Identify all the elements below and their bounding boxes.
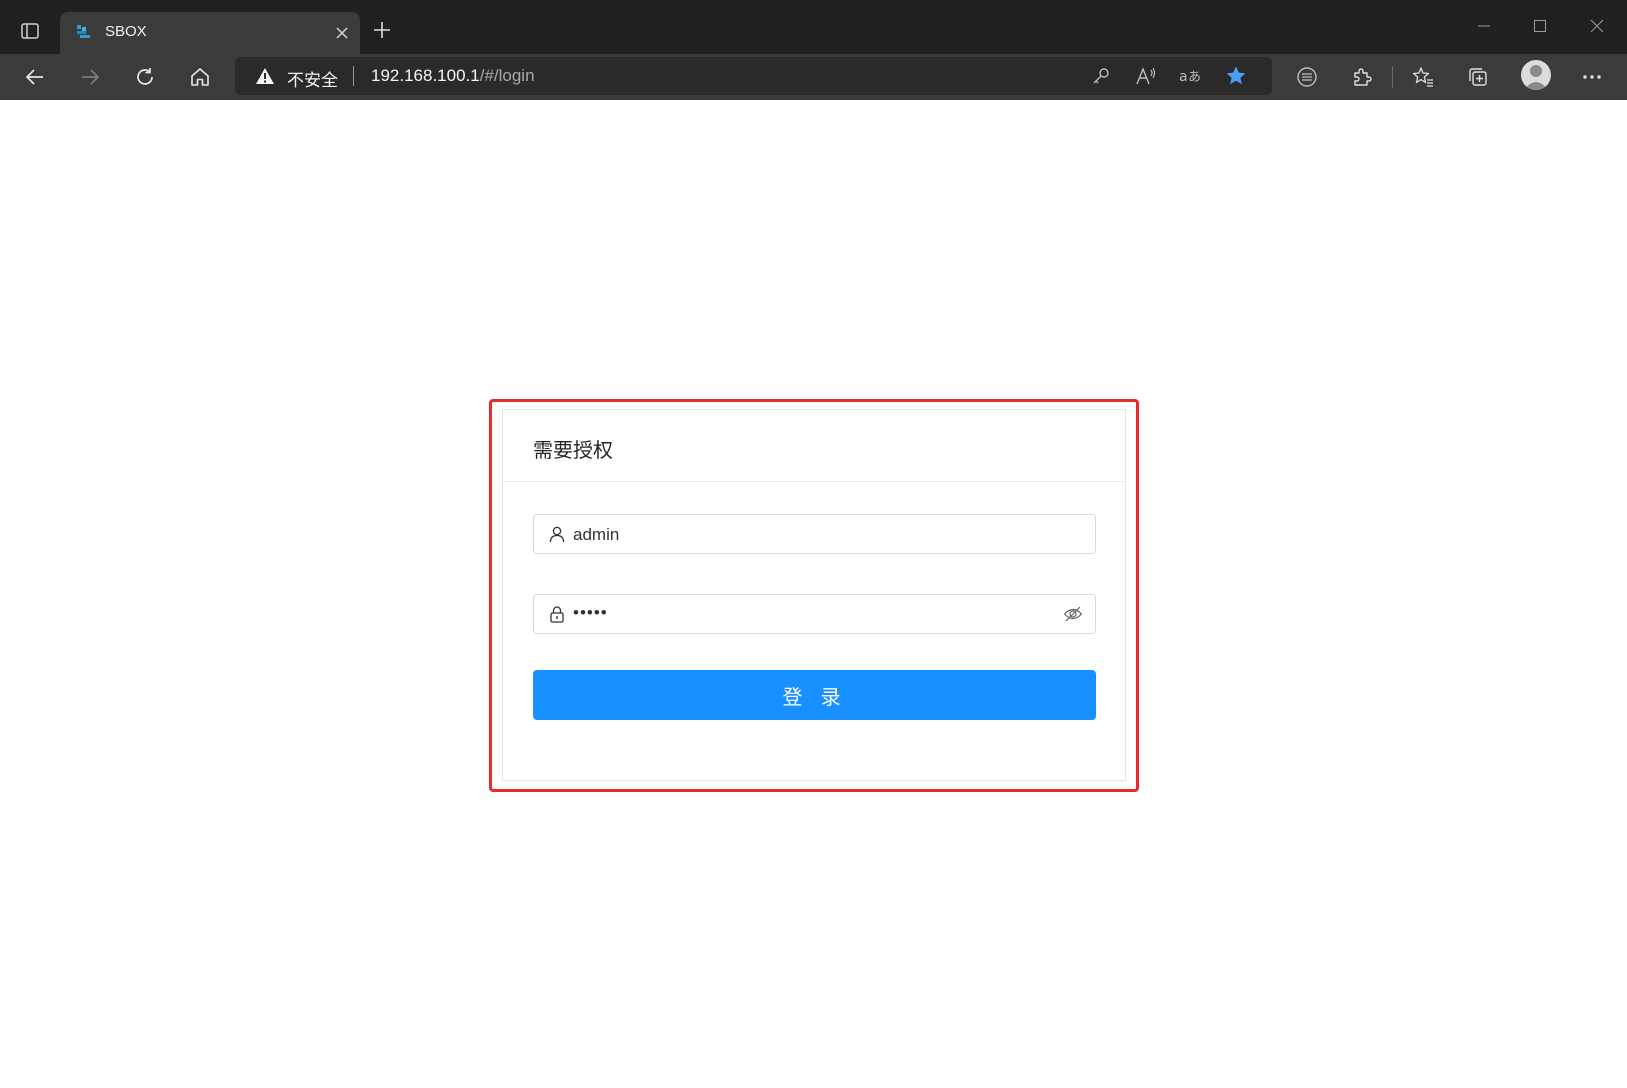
lock-icon — [550, 606, 564, 623]
read-aloud-button[interactable] — [1132, 63, 1160, 89]
login-button[interactable]: 登 录 — [533, 670, 1096, 720]
profile-avatar[interactable] — [1521, 60, 1551, 90]
minimize-icon — [1478, 25, 1490, 27]
password-field[interactable]: ••••• — [533, 594, 1096, 634]
home-icon — [191, 68, 209, 86]
svg-text:a: a — [1179, 69, 1188, 85]
refresh-icon — [137, 68, 153, 85]
url-path: /#/login — [479, 66, 535, 85]
translate-button[interactable]: a あ — [1177, 63, 1205, 89]
translate-icon: a あ — [1179, 69, 1201, 85]
collections-icon — [1469, 68, 1487, 86]
user-avatar-icon — [1524, 65, 1548, 90]
browser-tab[interactable]: SBOX — [60, 12, 360, 54]
more-icon — [1583, 75, 1601, 79]
url-text[interactable]: 192.168.100.1/#/login — [371, 66, 535, 86]
tab-close-button[interactable] — [330, 21, 354, 45]
address-bar[interactable]: 不安全 192.168.100.1/#/login a あ — [235, 57, 1272, 95]
window-close-button[interactable] — [1575, 8, 1619, 44]
password-button[interactable] — [1087, 63, 1115, 89]
favorites-icon — [1412, 67, 1433, 87]
username-field[interactable]: admin — [533, 514, 1096, 554]
tab-actions-button[interactable] — [12, 14, 48, 48]
warning-icon — [256, 68, 274, 84]
forward-arrow-icon — [82, 69, 100, 85]
maximize-button[interactable] — [1518, 8, 1562, 44]
star-icon — [1226, 66, 1246, 85]
puzzle-icon — [1354, 68, 1372, 86]
card-title: 需要授权 — [533, 438, 613, 462]
browser-toolbar: 不安全 192.168.100.1/#/login a あ — [0, 54, 1627, 100]
immersive-reader-button[interactable] — [1289, 60, 1325, 94]
reader-icon — [1297, 67, 1317, 87]
url-host: 192.168.100.1 — [371, 66, 480, 85]
eye-invisible-icon[interactable] — [1063, 605, 1083, 623]
plus-icon — [374, 22, 390, 38]
refresh-button[interactable] — [127, 60, 163, 94]
tab-title: SBOX — [105, 23, 147, 40]
extensions-button[interactable] — [1344, 60, 1380, 94]
user-icon — [549, 526, 565, 543]
more-button[interactable] — [1574, 60, 1610, 94]
maximize-icon — [1534, 20, 1546, 32]
forward-button[interactable] — [72, 60, 108, 94]
card-header: 需要授权 — [503, 410, 1125, 482]
username-value: admin — [573, 525, 620, 544]
key-icon — [1093, 68, 1109, 84]
back-arrow-icon — [25, 69, 43, 85]
close-icon — [336, 27, 348, 39]
toolbar-separator — [1392, 66, 1393, 88]
new-tab-button[interactable] — [368, 16, 396, 44]
home-button[interactable] — [182, 60, 218, 94]
password-value: ••••• — [573, 603, 608, 622]
address-separator — [353, 66, 354, 86]
login-card: 需要授权 admin ••••• 登 录 — [502, 409, 1126, 781]
security-label[interactable]: 不安全 — [287, 66, 338, 91]
back-button[interactable] — [17, 60, 53, 94]
svg-text:あ: あ — [1188, 70, 1201, 85]
tab-actions-icon — [21, 23, 39, 39]
favorite-button[interactable] — [1222, 63, 1250, 89]
browser-titlebar: SBOX — [0, 0, 1627, 54]
site-favicon-icon — [77, 25, 90, 38]
minimize-button[interactable] — [1462, 8, 1506, 44]
read-aloud-icon — [1136, 67, 1156, 85]
favorites-button[interactable] — [1405, 60, 1441, 94]
close-icon — [1590, 19, 1604, 33]
collections-button[interactable] — [1460, 60, 1496, 94]
